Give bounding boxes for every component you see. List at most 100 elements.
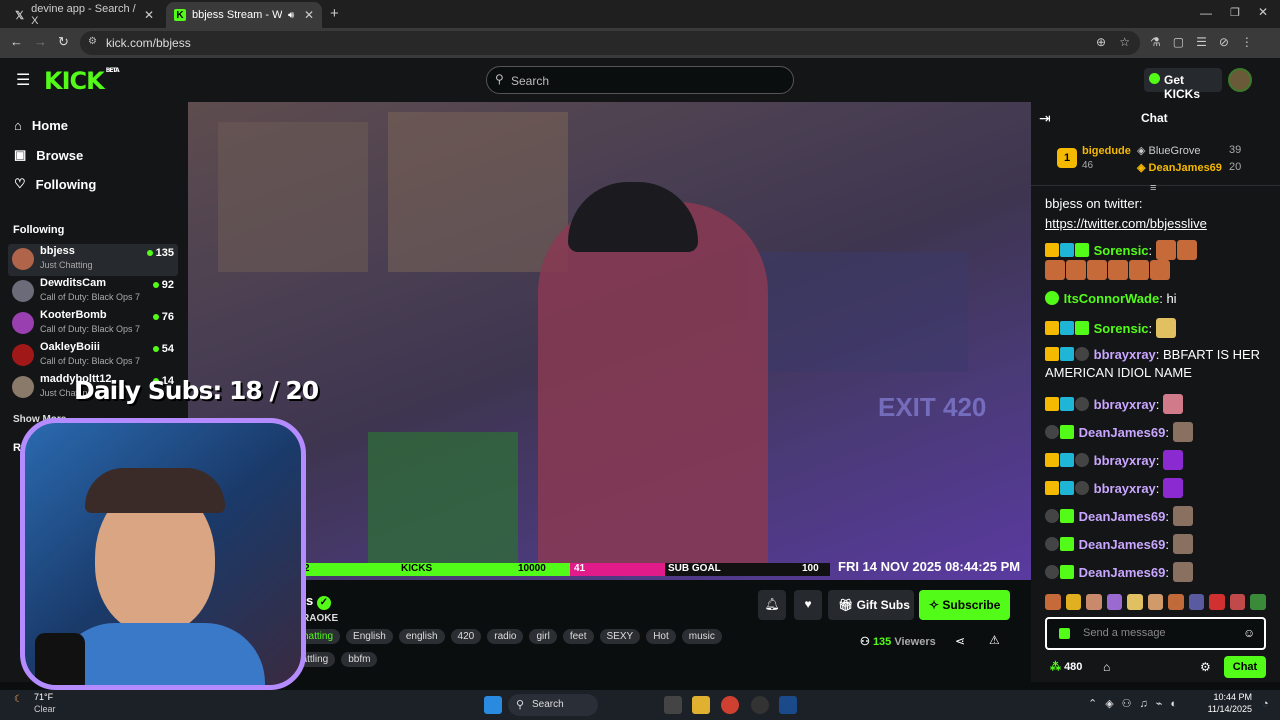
chat-username[interactable]: bbrayxray — [1094, 347, 1156, 362]
following-channel[interactable]: DewditsCam Call of Duty: Black Ops 7 92 — [8, 276, 178, 308]
emoji-icon[interactable]: ☺ — [1243, 626, 1255, 640]
chrome-icon[interactable] — [721, 696, 739, 714]
tag[interactable]: English — [346, 629, 393, 644]
share-icon[interactable]: ⋖ — [955, 634, 965, 648]
tag[interactable]: Hot — [646, 629, 676, 644]
new-tab-button[interactable]: + — [330, 5, 339, 22]
emote-icon[interactable] — [1086, 594, 1102, 610]
notification-icon[interactable]: ◔ — [1262, 698, 1269, 710]
system-tray-icons[interactable]: ⌃◈⚇♫⌁◐ — [1088, 697, 1185, 710]
extensions-icons[interactable]: ⚗▢☰⊘⋮ — [1150, 35, 1265, 49]
emote-icon[interactable] — [1229, 594, 1246, 610]
kicks-balance[interactable]: ⁂ 480 — [1050, 660, 1082, 673]
forward-icon[interactable]: → — [34, 34, 47, 49]
chat-username[interactable]: Sorensic — [1094, 321, 1149, 336]
hamburger-menu-icon[interactable]: ☰ — [16, 70, 30, 90]
maximize-button[interactable]: ❐ — [1230, 6, 1240, 19]
user-avatar[interactable] — [1228, 68, 1252, 92]
close-icon[interactable]: ✕ — [304, 8, 314, 22]
expand-pinned-icon[interactable]: ≡ — [1150, 182, 1156, 194]
zoom-icon[interactable]: ⊕ — [1096, 35, 1106, 49]
emote-icon[interactable] — [1209, 594, 1225, 610]
chat-message-input[interactable]: Send a message ☺ — [1045, 617, 1266, 650]
chat-username[interactable]: bbrayxray — [1094, 481, 1156, 496]
leaderboard-entry[interactable]: ◈ DeanJames69 — [1137, 161, 1222, 174]
taskbar-search[interactable]: ⚲ Search — [508, 694, 598, 716]
close-window-button[interactable]: ✕ — [1258, 5, 1268, 19]
sidebar-item-home[interactable]: ⌂ Home — [14, 118, 68, 133]
tag[interactable]: feet — [562, 629, 594, 644]
file-explorer-icon[interactable] — [692, 696, 710, 714]
site-header: ☰ KICK BETA ⚲ Search Get KICKs — [0, 58, 1280, 102]
chat-username[interactable]: DeanJames69 — [1079, 425, 1166, 440]
store-icon[interactable]: ⌂ — [1103, 660, 1110, 674]
close-icon[interactable]: ✕ — [144, 8, 154, 22]
following-channel[interactable]: OakleyBoiii Call of Duty: Black Ops 7 54 — [8, 340, 178, 372]
leaderboard-count: 46 — [1082, 160, 1094, 171]
tag[interactable]: english — [398, 629, 445, 644]
settings-gear-icon[interactable]: ⚙ — [1200, 660, 1211, 674]
sidebar-item-browse[interactable]: ▣ Browse — [14, 147, 83, 163]
chat-username[interactable]: DeanJames69 — [1079, 537, 1166, 552]
chat-username[interactable]: ItsConnorWade — [1064, 291, 1160, 306]
windows-start-icon[interactable] — [484, 696, 502, 714]
url-input[interactable]: ⚙︎ kick.com/bbjess ⊕ ☆ — [80, 31, 1140, 55]
chat-username[interactable]: DeanJames69 — [1079, 565, 1166, 580]
chat-username[interactable]: bbrayxray — [1094, 397, 1156, 412]
emote-icon[interactable] — [1127, 594, 1143, 610]
subscribe-button[interactable]: ✧ Subscribe — [919, 590, 1010, 620]
emote-icon[interactable] — [1147, 594, 1164, 610]
get-kicks-button[interactable]: Get KICKs — [1144, 68, 1222, 101]
tag[interactable]: SEXY — [599, 629, 641, 644]
collapse-chat-icon[interactable]: ⇥ — [1039, 110, 1051, 127]
kick-logo[interactable]: KICK BETA — [44, 67, 120, 95]
steam-icon[interactable] — [779, 696, 797, 714]
weather-icon[interactable]: ☾ — [14, 694, 23, 705]
following-channel[interactable]: KooterBomb Call of Duty: Black Ops 7 76 — [8, 308, 178, 340]
windows-taskbar: ☾ 71°F Clear ⚲ Search ⌃◈⚇♫⌁◐ 10:44 PM 11… — [0, 690, 1280, 720]
gift-icon[interactable] — [1059, 628, 1070, 639]
streamer-shirt — [55, 623, 265, 685]
emote-icon[interactable] — [1065, 594, 1082, 610]
tag[interactable]: radio — [487, 629, 524, 644]
stream-category[interactable]: RAOKE — [302, 613, 338, 624]
tag[interactable]: bbfm — [341, 652, 378, 667]
speaker-icon[interactable]: 🔊︎ — [288, 10, 294, 21]
search-input[interactable]: ⚲ Search — [486, 66, 794, 94]
notification-bell-button[interactable]: 🔔︎ — [758, 590, 786, 620]
send-chat-button[interactable]: Chat — [1224, 656, 1266, 678]
chat-username[interactable]: Sorensic — [1094, 243, 1149, 258]
heart-badge-icon — [1075, 481, 1089, 495]
pinned-link[interactable]: https://twitter.com/bbjesslive — [1045, 215, 1207, 233]
minimize-button[interactable]: — — [1200, 6, 1212, 20]
leaderboard-name[interactable]: bigedude — [1082, 145, 1131, 157]
tag[interactable]: girl — [529, 629, 557, 644]
back-icon[interactable]: ← — [10, 34, 23, 49]
video-player[interactable]: EXIT 420 — [188, 102, 1031, 580]
tab-kick-stream[interactable]: K bbjess Stream - Watch Live 🔊︎ ✕ — [166, 2, 322, 28]
clock-time[interactable]: 10:44 PM — [1210, 692, 1252, 702]
sidebar-item-following[interactable]: ♡ Following — [14, 176, 96, 192]
tag[interactable]: music — [681, 629, 722, 644]
following-channel[interactable]: bbjess Just Chatting 135 — [8, 244, 178, 276]
emote-icon[interactable] — [1045, 594, 1061, 610]
chat-username[interactable]: DeanJames69 — [1079, 509, 1166, 524]
bookmark-star-icon[interactable]: ☆ — [1119, 35, 1130, 49]
reload-icon[interactable]: ↻ — [58, 34, 69, 50]
chat-username[interactable]: bbrayxray — [1094, 453, 1156, 468]
gift-subs-button[interactable]: 🎁︎ Gift Subs — [828, 590, 914, 620]
emote-icon[interactable] — [1168, 594, 1184, 610]
tab-x-search[interactable]: 𝕏 devine app - Search / X ✕ — [6, 2, 162, 28]
leaderboard-entry[interactable]: ◈ BlueGrove — [1137, 144, 1201, 157]
task-view-icon[interactable] — [664, 696, 682, 714]
clock-date[interactable]: 11/14/2025 — [1205, 704, 1252, 714]
emote-icon[interactable] — [1250, 594, 1267, 610]
follow-button[interactable]: ♥ — [794, 590, 822, 620]
report-icon[interactable]: ⚠ — [989, 633, 1000, 647]
tag[interactable]: 420 — [450, 629, 482, 644]
emote-icon[interactable] — [1188, 594, 1205, 610]
app-icon[interactable] — [751, 696, 769, 714]
weather-temp[interactable]: 71°F — [34, 692, 53, 702]
emote-icon[interactable] — [1106, 594, 1123, 610]
site-info-icon[interactable]: ⚙︎ — [88, 36, 97, 47]
